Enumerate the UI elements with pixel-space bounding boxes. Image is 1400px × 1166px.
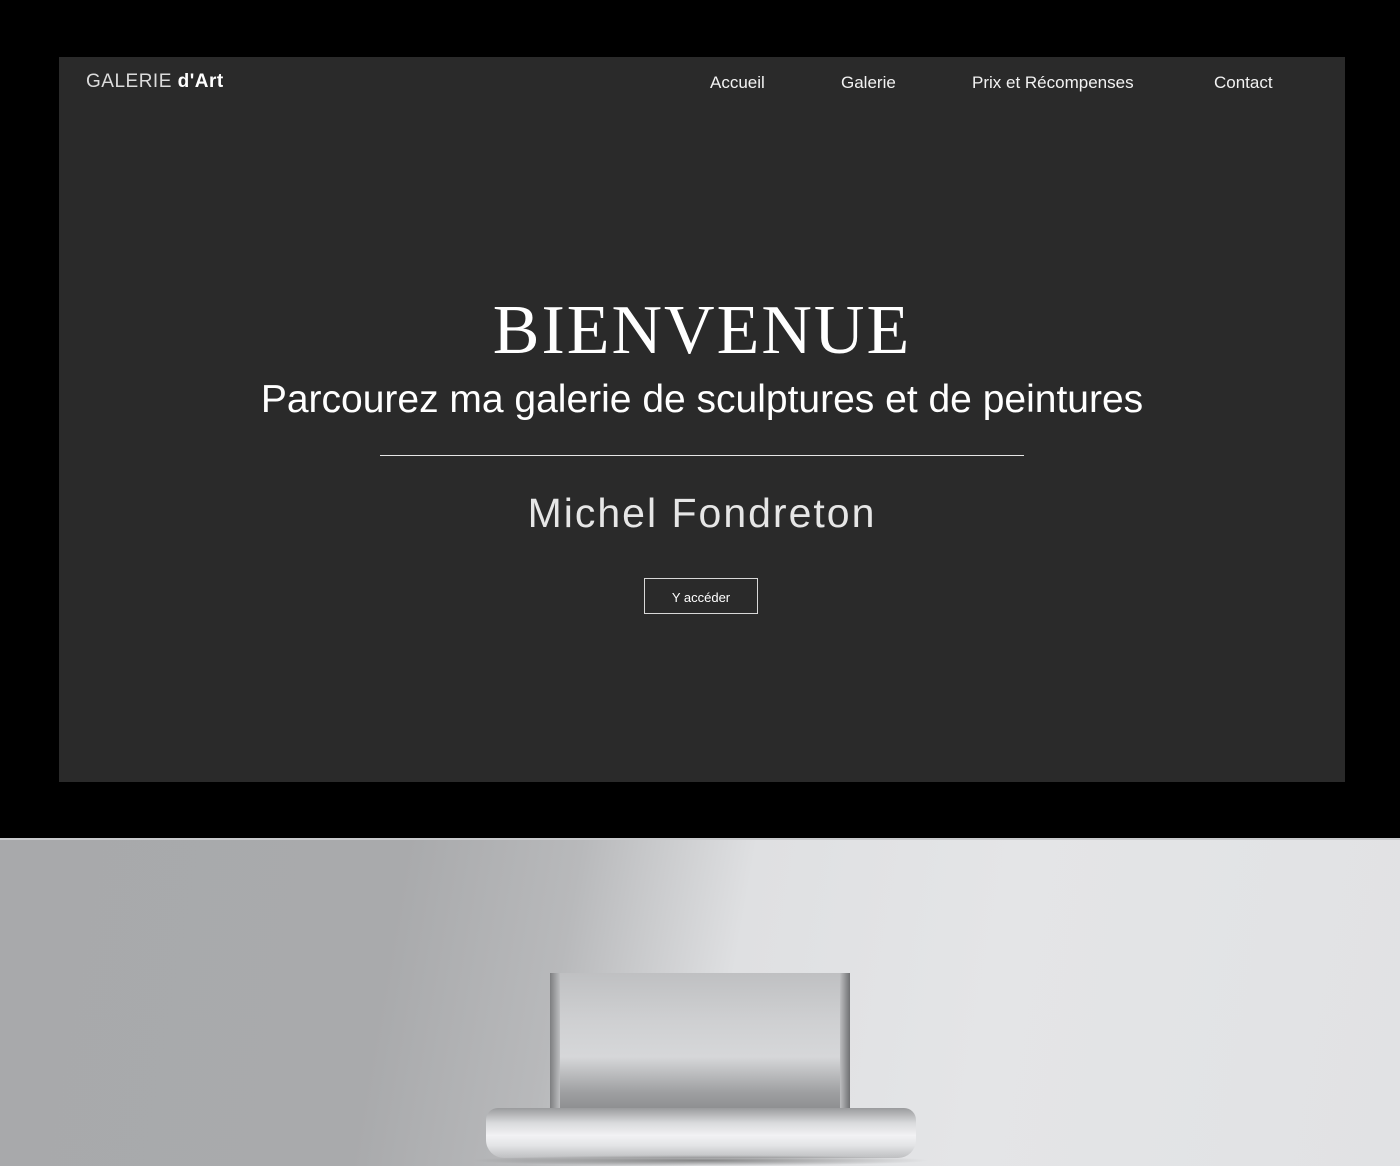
website-screen: GALERIE d'Art Accueil Galerie Prix et Ré… (59, 57, 1345, 782)
nav-item-accueil[interactable]: Accueil (710, 73, 765, 93)
site-logo[interactable]: GALERIE d'Art (86, 71, 224, 93)
hero-divider (380, 455, 1024, 456)
nav-item-prix-et-recompenses[interactable]: Prix et Récompenses (972, 73, 1134, 93)
enter-gallery-button[interactable]: Y accéder (644, 578, 758, 614)
logo-prefix: GALERIE (86, 71, 172, 92)
artist-name: Michel Fondreton (527, 490, 877, 536)
monitor-mockup: GALERIE d'Art Accueil Galerie Prix et Ré… (0, 0, 1400, 1166)
hero-subtitle: Parcourez ma galerie de sculptures et de… (260, 378, 1144, 421)
monitor-stand-shadow (470, 1155, 932, 1166)
logo-suffix: d'Art (177, 71, 224, 92)
nav-item-contact[interactable]: Contact (1214, 73, 1273, 93)
monitor-chin-edge (0, 838, 1400, 840)
monitor-stand-edge-right (840, 973, 850, 1113)
hero-title: BIENVENUE (492, 292, 912, 369)
monitor-stand-edge-left (550, 973, 560, 1113)
top-navigation: GALERIE d'Art Accueil Galerie Prix et Ré… (59, 57, 1345, 111)
monitor-stand-neck (552, 973, 848, 1113)
nav-item-galerie[interactable]: Galerie (841, 73, 896, 93)
monitor-stand-foot (486, 1108, 916, 1158)
